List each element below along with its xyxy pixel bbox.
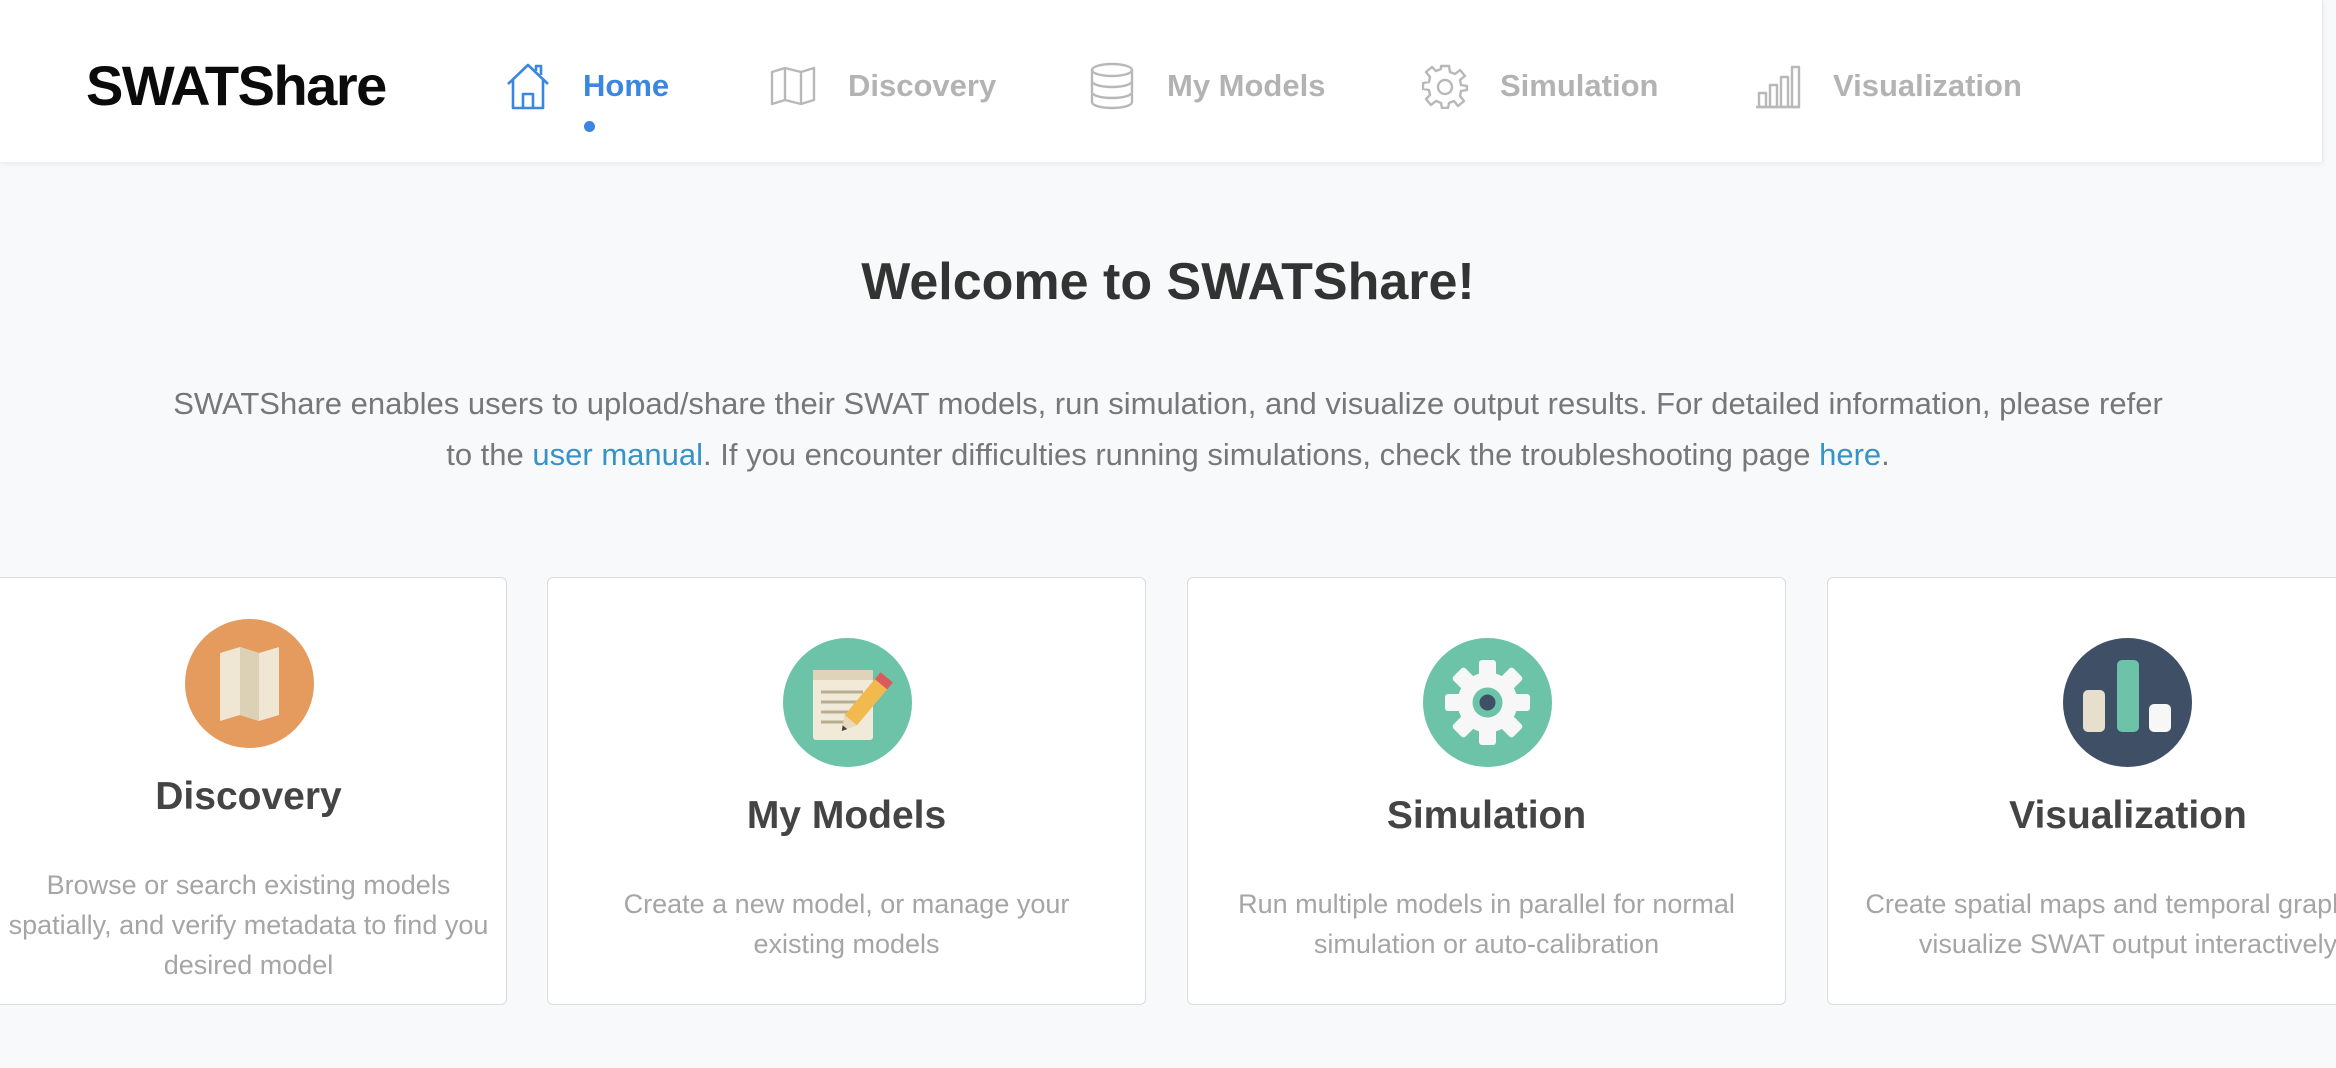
nav-label-visualization: Visualization [1833,68,2022,103]
brand-logo[interactable]: SWATShare [86,58,387,114]
database-icon [1090,62,1134,110]
card-title-my-models: My Models [746,794,947,837]
card-title-discovery: Discovery [155,775,342,818]
notepad-pencil-icon [812,670,893,740]
intro-text-2: . If you encounter difficulties running … [703,437,1820,472]
card-simulation[interactable]: Simulation Run multiple models in parall… [1187,577,1786,1005]
troubleshooting-here-link[interactable]: here [1819,437,1881,472]
my-models-card-icon [782,638,912,767]
card-desc-simulation: Run multiple models in parallel for norm… [1238,889,1735,959]
nav-label-my-models: My Models [1167,68,1326,103]
page-title: Welcome to SWATShare! [861,253,1475,311]
intro-text-3: . [1881,437,1890,472]
nav-item-visualization[interactable]: Visualization [1755,58,2022,114]
card-desc-my-models: Create a new model, or manage your exist… [623,889,1070,959]
gear-icon [1444,660,1530,745]
bar-chart-icon [2083,660,2171,732]
map-icon [219,647,279,721]
map-icon [770,66,816,106]
nav-item-discovery[interactable]: Discovery [770,58,996,114]
card-discovery[interactable]: Discovery Browse or search existing mode… [0,577,507,1005]
nav-item-simulation[interactable]: Simulation [1422,58,1658,114]
card-desc-visualization: Create spatial maps and temporal graphs … [1865,889,2336,959]
bar-chart-icon [1756,65,1801,109]
active-indicator-dot [584,121,595,132]
nav-item-my-models[interactable]: My Models [1089,58,1325,114]
simulation-card-icon [1422,638,1552,767]
card-my-models[interactable]: My Models Create a new model, or manage … [547,577,1146,1005]
nav-label-discovery: Discovery [848,68,997,103]
nav-label-home: Home [583,68,670,103]
visualization-card-icon [2063,638,2192,767]
nav-item-home[interactable]: Home [505,58,669,114]
top-navbar: SWATShare Home Discovery My Models Simul… [0,0,2323,162]
card-visualization[interactable]: Visualization Create spatial maps and te… [1827,577,2336,1005]
nav-label-simulation: Simulation [1500,68,1659,103]
intro-paragraph: SWATShare enables users to upload/share … [160,378,2176,480]
discovery-card-icon [184,619,314,748]
card-desc-discovery: Browse or search existing models spatial… [8,870,489,980]
card-title-simulation: Simulation [1386,794,1587,837]
gear-icon [1422,64,1468,109]
user-manual-link[interactable]: user manual [532,437,703,472]
card-title-visualization: Visualization [2009,794,2247,837]
home-icon [507,63,549,110]
